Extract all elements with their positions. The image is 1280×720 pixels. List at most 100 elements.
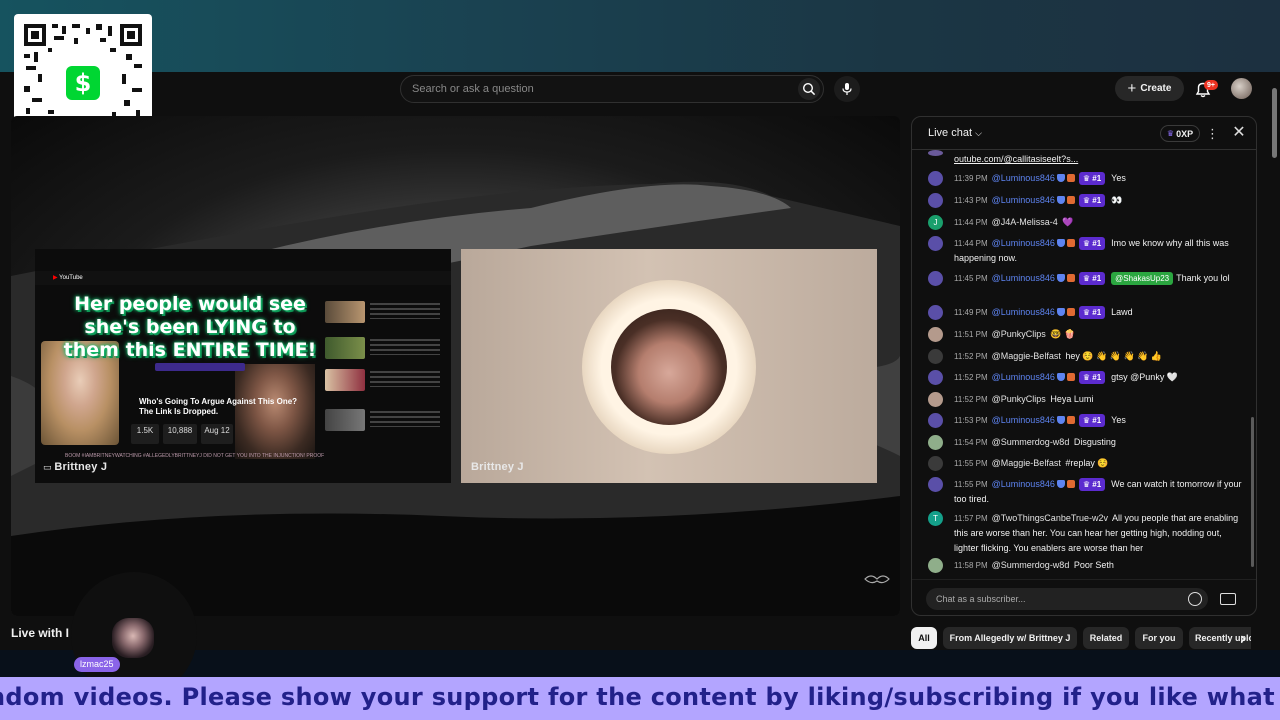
rank-label: #1 bbox=[1092, 174, 1102, 183]
chat-message-body: 11:43 PM @Luminous846 ♛ #1 👀 bbox=[954, 193, 1244, 208]
chat-author[interactable]: @Luminous846 bbox=[992, 479, 1055, 489]
chat-points-badge[interactable]: ♛ 0XP bbox=[1160, 125, 1200, 142]
chat-author[interactable]: @Luminous846 bbox=[992, 273, 1055, 283]
microphone-icon bbox=[842, 83, 852, 95]
gift-badge-icon bbox=[1066, 308, 1075, 316]
moderator-shield-icon bbox=[1056, 239, 1065, 247]
rank-label: #1 bbox=[1092, 480, 1102, 489]
stat-box: 10,888 bbox=[163, 424, 197, 444]
chat-author[interactable]: @Luminous846 bbox=[992, 372, 1055, 382]
video-title: Live with I bbox=[11, 626, 70, 640]
search-button[interactable] bbox=[798, 78, 820, 100]
more-options-icon[interactable]: ⋮ bbox=[1206, 125, 1219, 142]
moderator-shield-icon bbox=[1056, 480, 1065, 488]
avatar[interactable] bbox=[928, 413, 943, 428]
chat-author[interactable]: @Luminous846 bbox=[992, 173, 1055, 183]
rank-badge: ♛ #1 bbox=[1078, 194, 1106, 207]
chip-related[interactable]: Related bbox=[1083, 627, 1129, 649]
pinned-link[interactable]: outube.com/@callitasiseelt?s... bbox=[954, 154, 1078, 164]
chat-message-body: 11:57 PM @TwoThingsCanbeTrue-w2v All you … bbox=[954, 511, 1244, 556]
chat-text: Poor Seth bbox=[1073, 560, 1114, 570]
chat-timestamp: 11:54 PM bbox=[954, 438, 988, 447]
chat-author[interactable]: @Maggie-Belfast bbox=[992, 458, 1061, 468]
chat-author[interactable]: @Summerdog-w8d bbox=[992, 560, 1070, 570]
chat-text: Disgusting bbox=[1073, 437, 1116, 447]
rank-badge: ♛ #1 bbox=[1078, 478, 1106, 491]
chat-timestamp: 11:45 PM bbox=[954, 274, 988, 283]
chat-author[interactable]: @TwoThingsCanbeTrue-w2v bbox=[992, 513, 1108, 523]
close-icon[interactable]: ✕ bbox=[1230, 123, 1248, 143]
emoji-icon[interactable] bbox=[1188, 592, 1202, 606]
chat-timestamp: 11:53 PM bbox=[954, 416, 988, 425]
chat-message-body: 11:44 PM @Luminous846 ♛ #1 Imo we know why … bbox=[954, 236, 1244, 266]
search-bar[interactable] bbox=[400, 75, 824, 103]
avatar[interactable] bbox=[928, 392, 943, 407]
rank-badge: ♛ #1 bbox=[1078, 237, 1106, 250]
chat-author[interactable]: @J4A-Melissa-4 bbox=[992, 217, 1058, 227]
scrolling-ticker: ndom videos. Please show your support fo… bbox=[0, 677, 1280, 720]
chat-author[interactable]: @Luminous846 bbox=[992, 307, 1055, 317]
chat-scrollbar[interactable] bbox=[1251, 417, 1254, 567]
live-chat-panel: Live chat ⌵ ♛ 0XP ⋮ ✕ outube.com/@callit… bbox=[911, 116, 1257, 616]
chat-author[interactable]: @PunkyClips bbox=[992, 394, 1046, 404]
avatar[interactable] bbox=[928, 435, 943, 450]
chat-mode-selector[interactable]: Live chat ⌵ bbox=[928, 127, 982, 139]
chat-text: Yes bbox=[1111, 173, 1126, 183]
channel-watermark-icon bbox=[864, 575, 890, 584]
chat-author[interactable]: @Maggie-Belfast bbox=[992, 351, 1061, 361]
chevron-right-icon[interactable]: › bbox=[1232, 627, 1254, 651]
avatar[interactable] bbox=[928, 349, 943, 364]
rank-label: #1 bbox=[1092, 416, 1102, 425]
participant-name-right: Brittney J bbox=[471, 461, 524, 473]
avatar[interactable] bbox=[928, 456, 943, 471]
overlay-user-avatar bbox=[112, 618, 154, 658]
chip-for-you[interactable]: For you bbox=[1135, 627, 1183, 649]
page-scrollbar-thumb[interactable] bbox=[1272, 88, 1277, 158]
search-icon bbox=[802, 82, 816, 96]
chat-text: #replay ☺️ bbox=[1065, 458, 1109, 468]
chat-author[interactable]: @Luminous846 bbox=[992, 415, 1055, 425]
chat-timestamp: 11:52 PM bbox=[954, 352, 988, 361]
svg-text:$: $ bbox=[75, 69, 92, 97]
avatar[interactable] bbox=[928, 370, 943, 385]
gift-badge-icon bbox=[1066, 196, 1075, 204]
page-scrollbar[interactable] bbox=[1270, 72, 1280, 650]
chat-text: Lawd bbox=[1111, 307, 1133, 317]
chat-input-area bbox=[912, 579, 1256, 615]
avatar[interactable] bbox=[928, 558, 943, 573]
avatar[interactable] bbox=[928, 327, 943, 342]
avatar[interactable] bbox=[928, 477, 943, 492]
chat-input[interactable] bbox=[926, 588, 1208, 610]
avatar[interactable] bbox=[928, 171, 943, 186]
avatar[interactable]: T bbox=[928, 511, 943, 526]
chat-text: 💜 bbox=[1062, 217, 1074, 227]
avatar[interactable]: J bbox=[928, 215, 943, 230]
chat-author[interactable]: @Luminous846 bbox=[992, 195, 1055, 205]
voice-search-button[interactable] bbox=[834, 76, 860, 102]
avatar[interactable] bbox=[928, 193, 943, 208]
chat-author[interactable]: @Luminous846 bbox=[992, 238, 1055, 248]
top-background-band bbox=[0, 0, 1280, 72]
create-button[interactable]: + Create bbox=[1115, 76, 1184, 101]
chat-author[interactable]: @Summerdog-w8d bbox=[992, 437, 1070, 447]
chat-message-body: 11:55 PM @Luminous846 ♛ #1 We can watch it … bbox=[954, 477, 1244, 507]
chat-message-body: 11:52 PM @Maggie-Belfast hey ☺️ 👋 👋 👋 👋 👍 bbox=[954, 349, 1244, 364]
moderator-shield-icon bbox=[1056, 274, 1065, 282]
chat-author[interactable]: @PunkyClips bbox=[992, 329, 1046, 339]
moderator-shield-icon bbox=[1056, 373, 1065, 381]
chip-all[interactable]: All bbox=[911, 627, 937, 649]
thumbnail-question: Who's Going To Argue Against This One? T… bbox=[139, 397, 298, 416]
chat-title-label: Live chat bbox=[928, 127, 973, 139]
super-chat-icon[interactable] bbox=[1220, 593, 1236, 605]
chat-message-body: 11:55 PM @Maggie-Belfast #replay ☺️ bbox=[954, 456, 1244, 471]
stat-box: Aug 12 bbox=[201, 424, 233, 444]
mention-chip[interactable]: @ShakasUp23 bbox=[1111, 272, 1174, 285]
video-player[interactable]: ▶ YouTube Her people would see she's bee… bbox=[11, 116, 900, 616]
avatar[interactable] bbox=[928, 305, 943, 320]
chip-from-channel[interactable]: From Allegedly w/ Brittney J bbox=[943, 627, 1077, 649]
avatar[interactable] bbox=[928, 271, 943, 286]
search-input[interactable] bbox=[401, 83, 781, 95]
avatar[interactable] bbox=[928, 236, 943, 251]
account-avatar[interactable] bbox=[1231, 78, 1252, 99]
screen-share-panel: ▶ YouTube Her people would see she's bee… bbox=[35, 249, 451, 483]
